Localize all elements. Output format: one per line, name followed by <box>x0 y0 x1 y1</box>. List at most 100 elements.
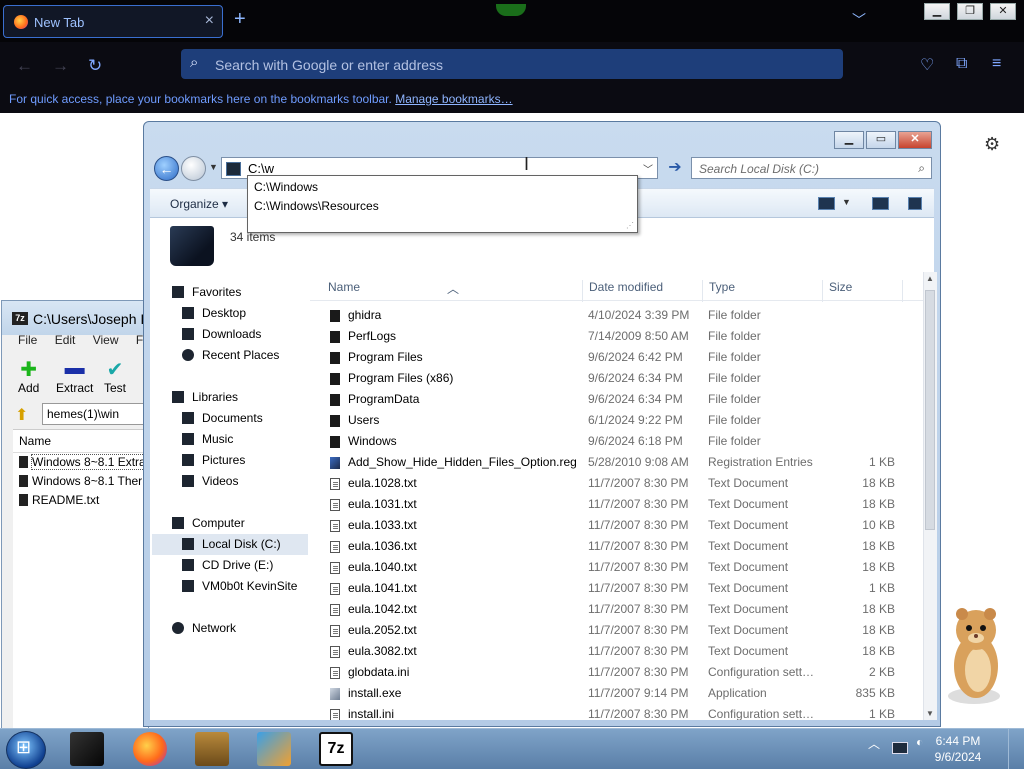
7zip-address-bar[interactable]: hemes(1)\win <box>42 403 148 425</box>
column-header-name[interactable]: Name <box>328 280 360 294</box>
organize-button[interactable]: Organize ▾ <box>170 197 228 211</box>
nav-pictures[interactable]: Pictures <box>182 450 245 471</box>
show-hidden-icons-icon[interactable]: ︿ <box>868 735 880 752</box>
table-row[interactable]: ProgramData 9/6/2024 6:34 PM File folder <box>310 389 923 410</box>
up-folder-icon[interactable]: ⬆ <box>15 405 28 425</box>
column-header-date[interactable]: Date modified <box>589 280 663 294</box>
column-header-name[interactable]: Name <box>13 430 148 453</box>
nav-cd-drive[interactable]: CD Drive (E:) <box>182 555 273 576</box>
back-icon[interactable]: ← <box>16 56 33 76</box>
nav-favorites[interactable]: Favorites <box>172 282 241 303</box>
menu-icon[interactable]: ≡ <box>992 55 1001 73</box>
forward-button[interactable] <box>181 156 206 181</box>
nav-downloads[interactable]: Downloads <box>182 324 261 345</box>
nav-recent-places[interactable]: Recent Places <box>182 345 279 366</box>
list-item[interactable]: README.txt <box>13 491 148 510</box>
table-row[interactable]: eula.1042.txt 11/7/2007 8:30 PM Text Docum… <box>310 599 923 620</box>
maximize-button[interactable]: ▭ <box>866 131 896 149</box>
nav-desktop[interactable]: Desktop <box>182 303 246 324</box>
show-desktop-button[interactable] <box>1008 729 1024 769</box>
table-row[interactable]: Program Files 9/6/2024 6:42 PM File folder <box>310 347 923 368</box>
tab-new-tab[interactable]: New Tab × <box>3 5 223 38</box>
column-header-type[interactable]: Type <box>709 280 735 294</box>
table-row[interactable]: Add_Show_Hide_Hidden_Files_Option.reg 5/2… <box>310 452 923 473</box>
list-item[interactable]: Windows 8~8.1 Ther <box>13 472 148 491</box>
go-arrow-icon[interactable]: ➔ <box>664 157 686 179</box>
nav-documents[interactable]: Documents <box>182 408 263 429</box>
scroll-down-icon[interactable]: ▼ <box>926 709 934 718</box>
column-divider[interactable] <box>822 280 823 302</box>
column-divider[interactable] <box>582 280 583 302</box>
help-icon[interactable] <box>908 197 922 210</box>
table-row[interactable]: eula.3082.txt 11/7/2007 8:30 PM Text Docum… <box>310 641 923 662</box>
firefox-app-icon[interactable] <box>133 732 167 766</box>
table-row[interactable]: globdata.ini 11/7/2007 8:30 PM Configurati… <box>310 662 923 683</box>
view-dropdown[interactable]: ▼ <box>842 197 851 207</box>
back-button[interactable]: ← <box>154 156 179 181</box>
scrollbar-thumb[interactable] <box>925 290 935 530</box>
preview-pane-icon[interactable] <box>872 197 889 210</box>
network-tray-icon[interactable] <box>892 742 908 754</box>
nav-local-disk[interactable]: Local Disk (C:) <box>152 534 308 555</box>
speaker-icon[interactable]: ◐ <box>916 735 923 749</box>
table-row[interactable]: Program Files (x86) 9/6/2024 6:34 PM File … <box>310 368 923 389</box>
nav-libraries[interactable]: Libraries <box>172 387 238 408</box>
scroll-up-icon[interactable]: ▲ <box>926 274 934 283</box>
maximize-button[interactable]: ❐ <box>957 3 983 20</box>
recent-pages-dropdown[interactable]: ▼ <box>209 162 218 172</box>
view-icon[interactable] <box>818 197 835 210</box>
table-row[interactable]: PerfLogs 7/14/2009 8:50 AM File folder <box>310 326 923 347</box>
autocomplete-item[interactable]: C:\Windows\Resources <box>254 199 379 213</box>
add-button[interactable]: ✚ Add <box>18 357 39 395</box>
gear-icon[interactable]: ⚙ <box>984 134 1000 155</box>
test-button[interactable]: ✔ Test <box>104 357 126 395</box>
table-row[interactable]: install.exe 11/7/2007 9:14 PM Application 8… <box>310 683 923 704</box>
pocket-icon[interactable]: ♡ <box>920 55 934 75</box>
nav-network[interactable]: Network <box>172 618 236 639</box>
menu-view[interactable]: View <box>93 333 119 347</box>
explorer-app-icon[interactable] <box>70 732 104 766</box>
close-icon[interactable]: × <box>205 12 214 30</box>
table-row[interactable]: eula.1041.txt 11/7/2007 8:30 PM Text Docum… <box>310 578 923 599</box>
table-row[interactable]: eula.1033.txt 11/7/2007 8:30 PM Text Docum… <box>310 515 923 536</box>
plus-icon[interactable]: + <box>234 8 246 31</box>
7zip-icon[interactable]: 7z <box>319 732 353 766</box>
nav-computer[interactable]: Computer <box>172 513 245 534</box>
vertical-scrollbar[interactable]: ▲ ▼ <box>923 272 937 720</box>
search-input[interactable]: Search Local Disk (C:) ⌕ <box>691 157 932 179</box>
table-row[interactable]: Windows 9/6/2024 6:18 PM File folder <box>310 431 923 452</box>
column-divider[interactable] <box>902 280 903 302</box>
nav-music[interactable]: Music <box>182 429 233 450</box>
extensions-icon[interactable]: ⧉ <box>956 55 967 73</box>
table-row[interactable]: eula.1031.txt 11/7/2007 8:30 PM Text Docum… <box>310 494 923 515</box>
column-header-size[interactable]: Size <box>829 280 852 294</box>
minimize-button[interactable]: ▁ <box>834 131 864 149</box>
7zip-titlebar[interactable]: 7z C:\Users\Joseph I <box>2 301 148 335</box>
table-row[interactable]: eula.2052.txt 11/7/2007 8:30 PM Text Docum… <box>310 620 923 641</box>
boxedapp-icon[interactable] <box>195 732 229 766</box>
list-item[interactable]: Windows 8~8.1 Extra <box>13 453 148 472</box>
menu-file[interactable]: File <box>18 333 37 347</box>
minimize-button[interactable]: ▁ <box>924 3 950 20</box>
chevron-down-icon[interactable]: ﹀ <box>643 161 653 176</box>
virtualbox-icon[interactable] <box>257 732 291 766</box>
table-row[interactable]: install.ini 11/7/2007 8:30 PM Configuratio… <box>310 704 923 720</box>
reload-icon[interactable]: ↻ <box>88 56 102 76</box>
extract-button[interactable]: ▬ Extract <box>56 357 93 395</box>
resize-grip-icon[interactable]: ⋰ <box>626 221 634 230</box>
autocomplete-item[interactable]: C:\Windows <box>254 180 318 194</box>
manage-bookmarks-link[interactable]: Manage bookmarks… <box>395 92 512 106</box>
table-row[interactable]: eula.1028.txt 11/7/2007 8:30 PM Text Docum… <box>310 473 923 494</box>
clock[interactable]: 6:44 PM 9/6/2024 <box>932 733 984 765</box>
table-row[interactable]: eula.1036.txt 11/7/2007 8:30 PM Text Docum… <box>310 536 923 557</box>
chevron-down-icon[interactable]: ﹀ <box>852 10 866 30</box>
column-divider[interactable] <box>702 280 703 302</box>
start-button[interactable] <box>6 731 46 769</box>
table-row[interactable]: ghidra 4/10/2024 3:39 PM File folder <box>310 305 923 326</box>
nav-network-share[interactable]: VM0b0t KevinSite <box>182 576 297 597</box>
address-input[interactable]: C:\w <box>248 161 274 176</box>
table-row[interactable]: Users 6/1/2024 9:22 PM File folder <box>310 410 923 431</box>
url-bar[interactable]: ⌕ Search with Google or enter address <box>181 49 843 79</box>
close-window-button[interactable]: ✕ <box>898 131 932 149</box>
search-icon[interactable]: ⌕ <box>918 161 925 176</box>
